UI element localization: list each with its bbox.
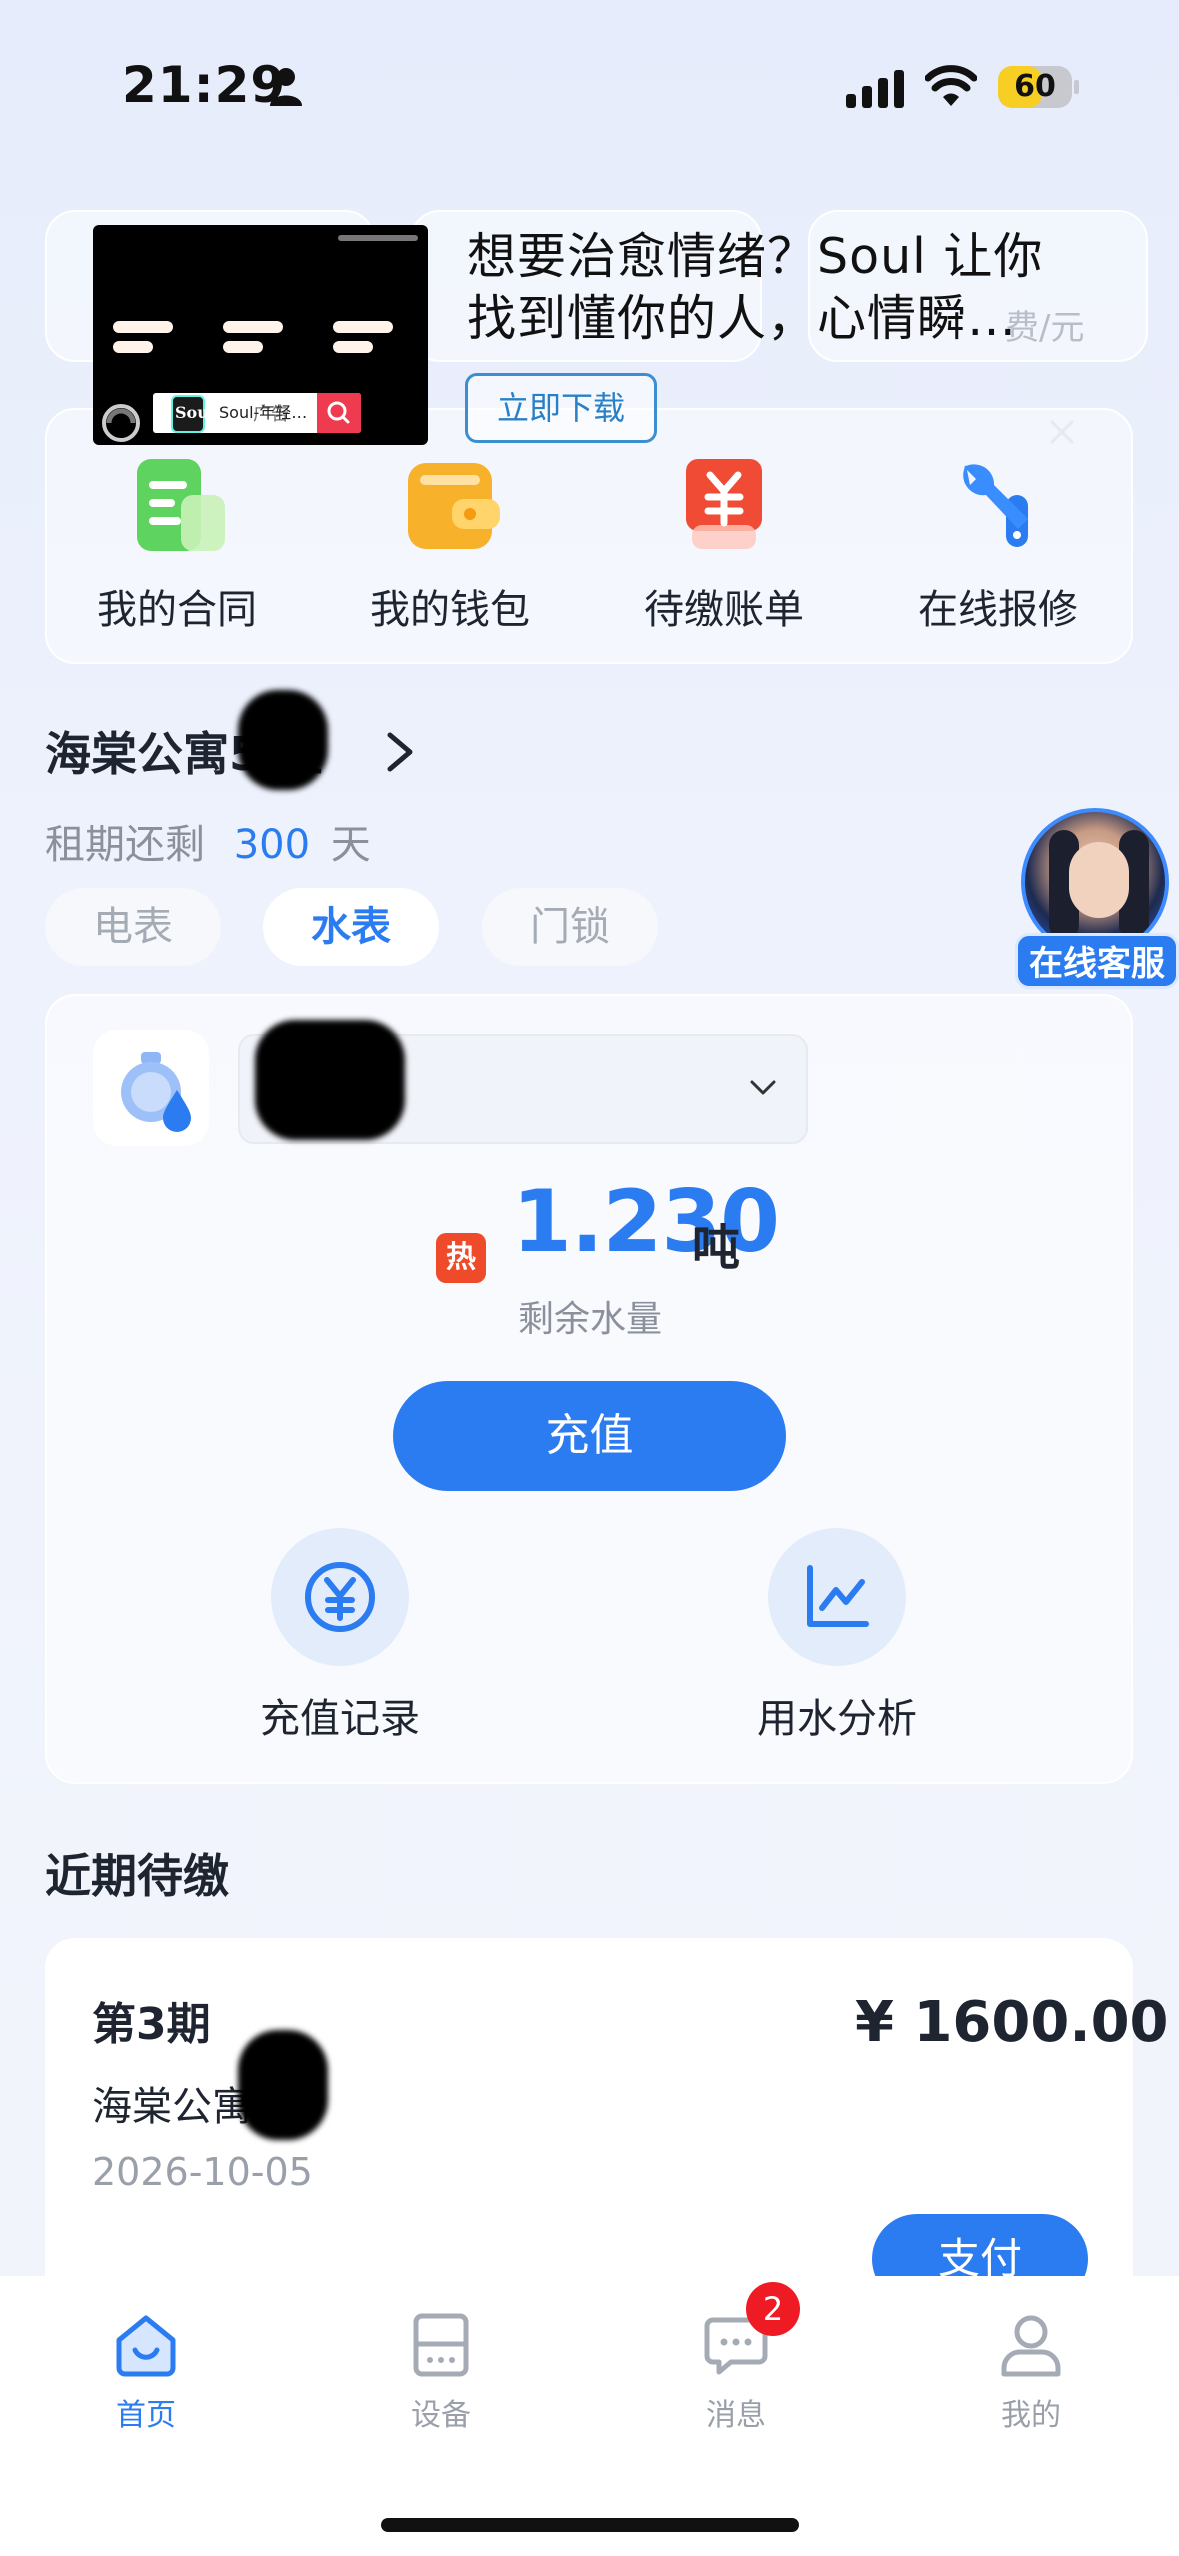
quick-action-label: 待缴账单	[644, 587, 804, 633]
water-meter-icon	[121, 1052, 191, 1132]
home-icon	[116, 2315, 176, 2377]
lease-unit: 天	[330, 822, 371, 868]
redaction-mark	[255, 1020, 405, 1140]
water-meter-avatar	[93, 1030, 209, 1146]
recharge-button[interactable]: 充值	[393, 1381, 786, 1491]
recharge-records-label: 充值记录	[260, 1696, 420, 1742]
ad-download-button[interactable]: 立即下载	[465, 373, 657, 443]
wallet-icon	[408, 463, 500, 549]
lease-days: 300	[233, 822, 311, 868]
tab-profile-label: 我的	[1001, 2398, 1061, 2433]
quick-action-pending-bill[interactable]: 待缴账单	[594, 455, 854, 635]
bill-date: 2026-10-05	[92, 2150, 313, 2194]
tab-home[interactable]: 首页	[46, 2310, 246, 2434]
tab-devices[interactable]: 设备	[341, 2310, 541, 2434]
online-support-button[interactable]: 在线客服	[1015, 808, 1179, 990]
soul-logo-icon: Soul	[157, 389, 215, 435]
remaining-water-unit: 吨	[692, 1220, 741, 1276]
bill-icon	[686, 459, 762, 549]
lease-prefix: 租期还剩	[45, 822, 205, 868]
chevron-down-icon	[750, 1080, 776, 1095]
recent-due-title: 近期待缴	[45, 1849, 229, 1903]
tab-devices-label: 设备	[411, 2398, 471, 2433]
ad-video[interactable]: Soul Soul-年轻… 广告	[93, 225, 428, 445]
tab-door-lock[interactable]: 门锁	[482, 888, 658, 966]
quick-action-label: 我的钱包	[370, 587, 530, 633]
cellular-signal-icon	[846, 70, 904, 108]
home-indicator	[381, 2518, 799, 2532]
tab-electric-meter[interactable]: 电表	[45, 888, 221, 966]
quick-action-repair[interactable]: 在线报修	[868, 455, 1128, 635]
tab-profile[interactable]: 我的	[931, 2310, 1131, 2434]
battery-indicator: 60	[998, 66, 1079, 108]
ad-label: 广告	[253, 404, 289, 425]
quick-action-contract[interactable]: 我的合同	[47, 455, 307, 635]
battery-percent: 60	[1014, 69, 1056, 104]
tab-water-meter[interactable]: 水表	[263, 888, 439, 966]
lease-remaining: 租期还剩 300 天	[45, 812, 371, 870]
water-analysis-button[interactable]: 用水分析	[707, 1528, 967, 1744]
device-icon	[413, 2313, 469, 2377]
search-icon	[327, 401, 350, 424]
bill-amount: ¥ 1600.00	[855, 1990, 1169, 2055]
person-icon	[270, 68, 302, 106]
tab-messages[interactable]: 消息	[636, 2310, 836, 2434]
hot-badge: 热	[436, 1233, 486, 1283]
redaction-mark	[238, 2030, 328, 2140]
tab-home-label: 首页	[116, 2398, 176, 2433]
tab-messages-label: 消息	[706, 2398, 766, 2433]
close-icon[interactable]	[1046, 416, 1078, 448]
wifi-icon	[925, 65, 977, 106]
remaining-water-label: 剩余水量	[518, 1299, 663, 1340]
quick-action-wallet[interactable]: 我的钱包	[320, 455, 580, 635]
redaction-mark	[238, 690, 328, 790]
yen-icon	[305, 1562, 375, 1632]
chevron-right-icon[interactable]	[382, 729, 418, 775]
quick-action-label: 我的合同	[97, 587, 257, 633]
bill-period: 第3期	[92, 1999, 211, 2050]
ad-brand-logo-icon	[102, 404, 140, 442]
profile-icon	[1001, 2315, 1061, 2377]
repair-icon	[963, 464, 1028, 547]
recharge-records-button[interactable]: 充值记录	[210, 1528, 470, 1744]
online-support-label: 在线客服	[1015, 933, 1179, 989]
water-analysis-label: 用水分析	[757, 1696, 917, 1742]
contract-icon	[137, 459, 225, 551]
status-time: 21:29	[122, 56, 287, 114]
message-count-badge: 2	[746, 2282, 800, 2336]
ad-headline[interactable]: 想要治愈情绪？Soul 让你 找到懂你的人，心情瞬…	[467, 226, 1107, 350]
quick-action-label: 在线报修	[918, 587, 1078, 633]
chart-icon	[807, 1565, 869, 1627]
